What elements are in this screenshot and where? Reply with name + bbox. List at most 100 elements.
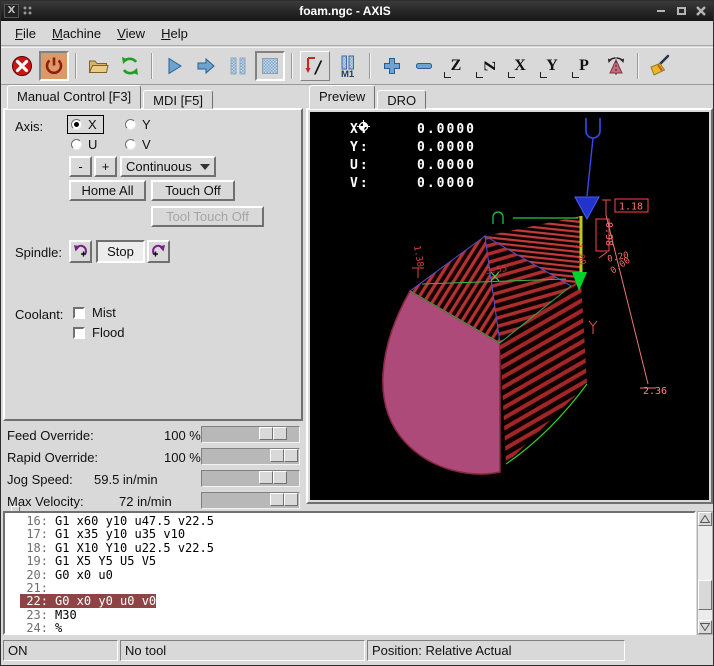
home-all-button[interactable]: Home All — [69, 180, 146, 201]
open-file-button[interactable] — [83, 51, 113, 81]
gcode-line[interactable]: 18: G1 X10 Y10 u22.5 v22.5 — [5, 542, 694, 555]
tab-preview[interactable]: Preview — [309, 85, 375, 109]
gcode-line[interactable]: 16: G1 x60 y10 u47.5 v22.5 — [5, 515, 694, 528]
scroll-up-button[interactable] — [698, 512, 712, 526]
toolbar-separator — [151, 53, 153, 79]
scrollbar-thumb[interactable] — [698, 580, 712, 610]
clear-plot-button[interactable] — [645, 51, 675, 81]
minimize-button[interactable] — [653, 4, 669, 18]
svg-text:1.18: 1.18 — [619, 202, 643, 213]
spindle-stop-button[interactable]: Stop — [96, 240, 145, 263]
toolbar-separator — [291, 53, 293, 79]
spindle-ccw-button[interactable] — [69, 240, 92, 263]
toggle-skip-lines-button[interactable]: / — [300, 51, 330, 81]
slider-handle[interactable] — [259, 471, 287, 484]
reload-icon — [119, 55, 141, 77]
pause-icon — [227, 55, 249, 77]
zoom-in-button[interactable] — [377, 51, 407, 81]
gcode-line[interactable]: 17: G1 x35 y10 u35 v10 — [5, 528, 694, 541]
jog-speed-value: 59.5 in/min — [94, 472, 158, 487]
rapid-override-slider[interactable] — [201, 448, 300, 465]
menu-machine[interactable]: Machine — [44, 23, 109, 44]
jog-speed-slider[interactable] — [201, 470, 300, 487]
run-step-button[interactable] — [191, 51, 221, 81]
rapid-override-row: Rapid Override: 100 % — [1, 447, 305, 467]
flood-checkbox[interactable]: Flood — [73, 325, 125, 340]
spindle-cw-icon — [150, 243, 167, 260]
feed-override-slider[interactable] — [201, 426, 300, 443]
scroll-down-icon — [700, 623, 710, 631]
slider-handle[interactable] — [270, 493, 298, 506]
rotate-mode-button[interactable] — [601, 51, 631, 81]
axis-radio-v[interactable]: V — [125, 137, 151, 152]
radio-icon — [71, 119, 82, 130]
max-velocity-row: Max Velocity: 72 in/min — [1, 491, 305, 511]
svg-text:2.36: 2.36 — [643, 386, 667, 397]
menu-view[interactable]: View — [109, 23, 153, 44]
coolant-label: Coolant: — [15, 307, 63, 322]
mist-checkbox[interactable]: Mist — [73, 305, 116, 320]
gcode-line[interactable]: 21: — [5, 582, 694, 595]
spindle-cw-button[interactable] — [147, 240, 170, 263]
toggle-optional-pause-button[interactable]: M1 — [333, 51, 363, 81]
axis-radio-y[interactable]: Y — [125, 117, 151, 132]
preview-panel: 1.18 0.98 0.20 0.00 2.36 1.00 3.55 1.38 — [306, 108, 713, 504]
pause-program-button[interactable] — [223, 51, 253, 81]
max-velocity-value: 72 in/min — [119, 494, 172, 509]
gcode-line[interactable]: 19: G1 X5 Y5 U5 V5 — [5, 555, 694, 568]
position-mode-cell: Position: Relative Actual — [367, 640, 625, 661]
menu-file[interactable]: File — [7, 23, 44, 44]
slider-handle[interactable] — [259, 427, 287, 440]
dro-row-v: V:0.0000 — [350, 174, 476, 192]
menu-help[interactable]: Help — [153, 23, 196, 44]
manual-tabs: Manual Control [F3] MDI [F5] — [7, 87, 215, 109]
view-axis-mark — [476, 72, 483, 78]
slider-handle[interactable] — [270, 449, 298, 462]
preview-tabs: Preview DRO — [309, 87, 428, 109]
gcode-line[interactable]: 24: % — [5, 622, 694, 635]
side-view-button[interactable]: X — [505, 51, 535, 81]
run-program-button[interactable] — [159, 51, 189, 81]
app-icon[interactable]: X — [4, 4, 19, 18]
machine-power-button[interactable] — [39, 51, 69, 81]
maximize-button[interactable] — [673, 4, 689, 18]
gcode-scrollbar[interactable] — [697, 511, 713, 635]
rapid-path-loop — [493, 212, 503, 224]
rapid-override-value: 100 % — [164, 450, 201, 465]
stop-program-button[interactable] — [255, 51, 285, 81]
tool-touch-off-button[interactable]: Tool Touch Off — [151, 206, 264, 227]
rotated-top-view-button[interactable]: Z — [473, 51, 503, 81]
close-icon — [696, 6, 706, 16]
touch-off-button[interactable]: Touch Off — [151, 180, 235, 201]
close-button[interactable] — [693, 4, 709, 18]
zoom-out-button[interactable] — [409, 51, 439, 81]
zoom-in-plus-icon — [381, 55, 403, 77]
perspective-view-button[interactable]: P — [569, 51, 599, 81]
scroll-down-button[interactable] — [698, 620, 712, 634]
gcode-listing[interactable]: 16: G1 x60 y10 u47.5 v22.5 17: G1 x35 y1… — [3, 511, 696, 635]
preview-canvas[interactable]: 1.18 0.98 0.20 0.00 2.36 1.00 3.55 1.38 — [310, 112, 709, 500]
gcode-line-active[interactable]: 22: G0 x0 y0 u0 v0 — [5, 595, 694, 608]
front-view-button[interactable]: Y — [537, 51, 567, 81]
top-view-button[interactable]: Z — [441, 51, 471, 81]
tab-dro[interactable]: DRO — [377, 90, 426, 109]
zoom-out-minus-icon — [413, 55, 435, 77]
axis-radio-x[interactable]: X — [67, 115, 104, 134]
estop-button[interactable] — [7, 51, 37, 81]
gcode-line[interactable]: 20: G0 x0 u0 — [5, 569, 694, 582]
tab-mdi[interactable]: MDI [F5] — [143, 90, 213, 109]
radio-icon — [71, 139, 82, 150]
axis-radio-u[interactable]: U — [71, 137, 97, 152]
toolbar-separator — [75, 53, 77, 79]
jog-increment-select[interactable]: Continuous — [120, 156, 216, 177]
jog-plus-button[interactable]: + — [94, 156, 117, 177]
titlebar[interactable]: X foam.ngc - AXIS — [1, 1, 713, 21]
max-velocity-slider[interactable] — [201, 492, 300, 509]
broom-icon — [648, 54, 672, 78]
tab-manual-control[interactable]: Manual Control [F3] — [7, 85, 141, 109]
checkbox-icon — [73, 307, 85, 319]
dro-row-y: Y:0.0000 — [350, 138, 476, 156]
reload-file-button[interactable] — [115, 51, 145, 81]
gcode-line[interactable]: 23: M30 — [5, 609, 694, 622]
jog-minus-button[interactable]: - — [69, 156, 92, 177]
